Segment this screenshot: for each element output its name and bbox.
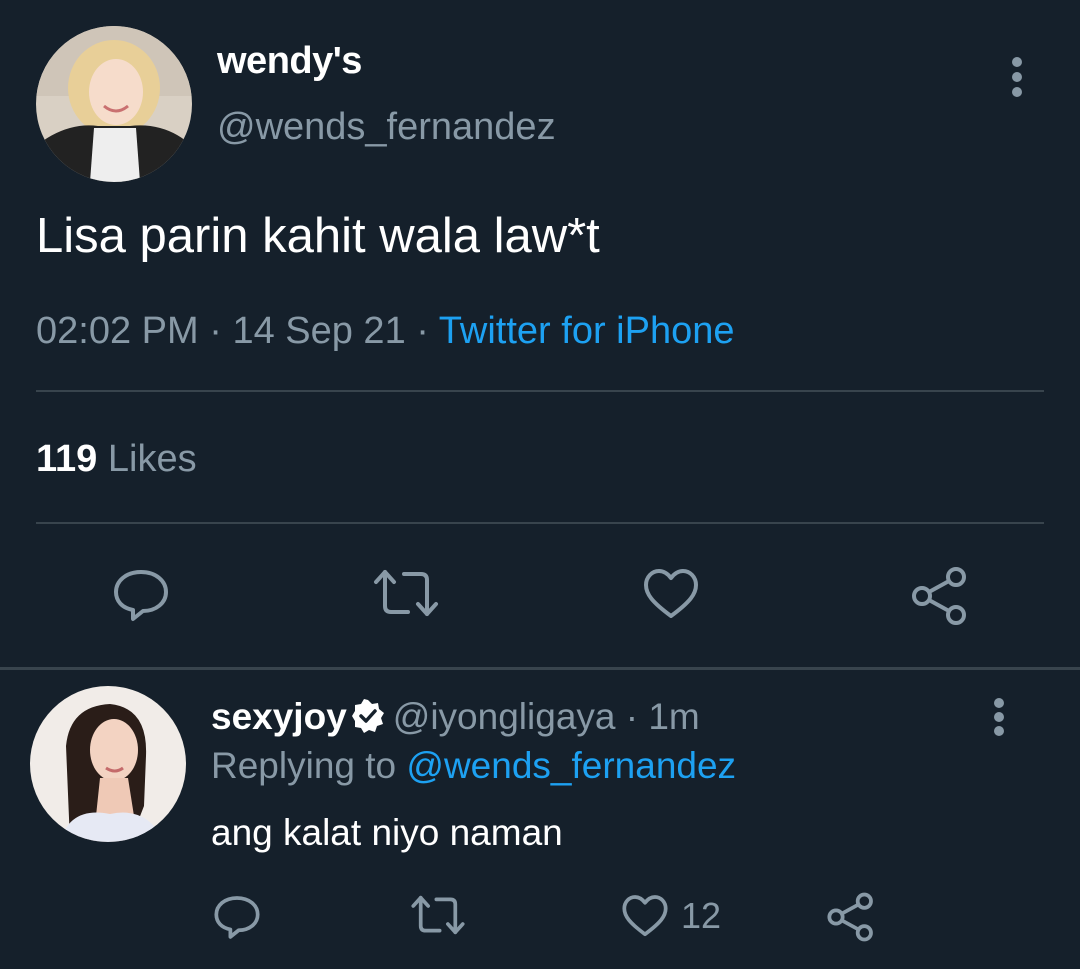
meta-separator: ·: [209, 310, 222, 352]
section-divider: [0, 667, 1080, 670]
author-handle[interactable]: @wends_fernandez: [217, 106, 556, 149]
author-avatar[interactable]: [36, 26, 192, 182]
reply-age: 1m: [648, 696, 700, 737]
like-button[interactable]: 12: [621, 894, 721, 938]
tweet-detail-screen: wendy's @wends_fernandez Lisa parin kahi…: [0, 0, 1080, 969]
reply-header: sexyjoy @iyongligaya · 1m: [211, 696, 700, 742]
like-icon[interactable]: [642, 568, 700, 620]
reply-text: ang kalat niyo naman: [211, 812, 563, 853]
share-icon[interactable]: [826, 892, 876, 942]
tweet-meta: 02:02 PM · 14 Sep 21 · Twitter for iPhon…: [36, 310, 734, 353]
divider: [36, 522, 1044, 524]
replying-to: Replying to @wends_fernandez: [211, 745, 736, 787]
meta-separator: ·: [416, 310, 429, 352]
reply-display-name[interactable]: sexyjoy: [211, 696, 347, 737]
like-icon[interactable]: [621, 894, 669, 938]
reply-author-avatar[interactable]: [30, 686, 186, 842]
reply-more-options-icon[interactable]: [985, 697, 1013, 737]
replying-label: Replying to: [211, 745, 397, 786]
tweet-text: Lisa parin kahit wala law*t: [36, 209, 600, 263]
meta-separator: ·: [625, 696, 639, 737]
reply-handle[interactable]: @iyongligaya: [393, 696, 616, 737]
replying-mention-link[interactable]: @wends_fernandez: [406, 745, 736, 786]
likes-count: 119: [36, 438, 98, 480]
likes-stat[interactable]: 119 Likes: [36, 438, 197, 481]
more-options-icon[interactable]: [1003, 55, 1031, 99]
tweet-source-link[interactable]: Twitter for iPhone: [439, 310, 735, 352]
retweet-icon[interactable]: [372, 568, 440, 618]
reply-icon[interactable]: [112, 568, 170, 622]
verified-badge-icon: [351, 699, 385, 742]
tweet-time: 02:02 PM: [36, 310, 199, 352]
tweet-date: 14 Sep 21: [232, 310, 406, 352]
divider: [36, 390, 1044, 392]
author-display-name[interactable]: wendy's: [217, 40, 362, 83]
share-icon[interactable]: [910, 566, 970, 626]
retweet-icon[interactable]: [410, 894, 466, 936]
reply-icon[interactable]: [213, 894, 261, 940]
like-count: 12: [681, 895, 722, 936]
likes-label: Likes: [107, 438, 197, 480]
